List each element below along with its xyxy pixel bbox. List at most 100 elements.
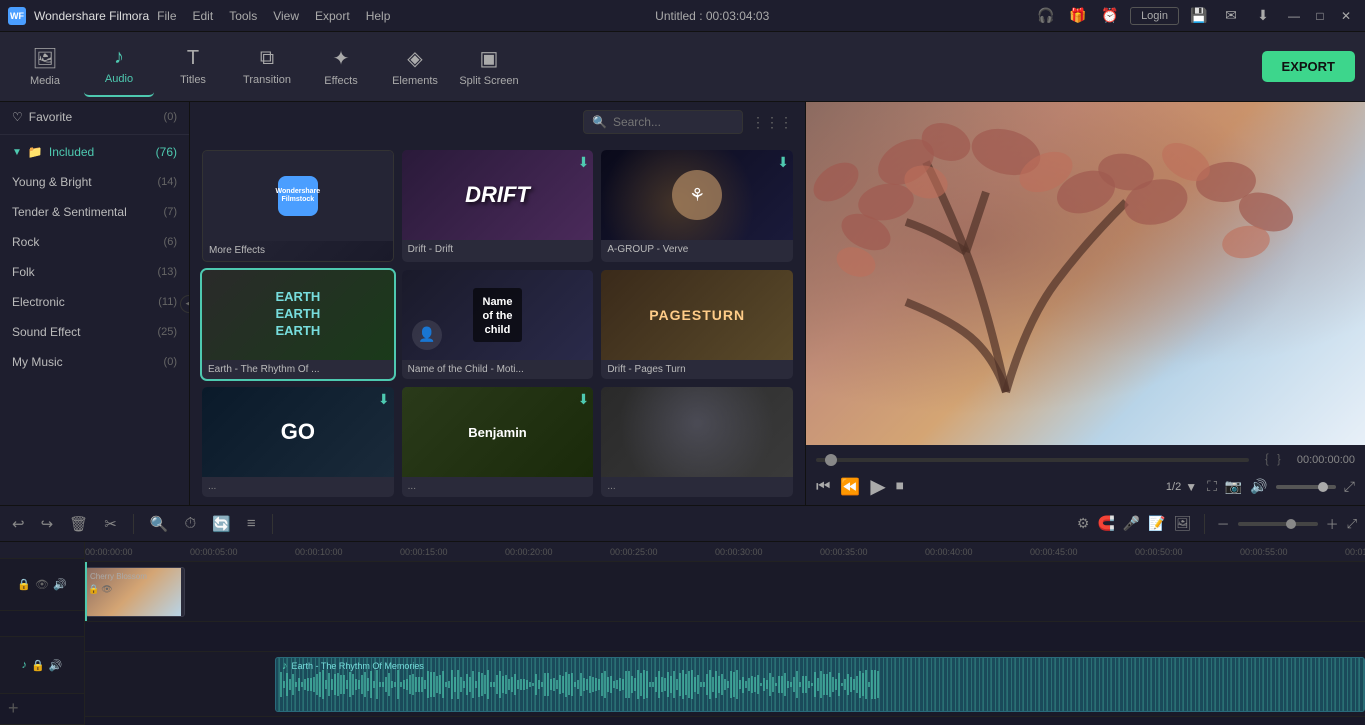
menu-help[interactable]: Help [366,9,391,23]
agroup-download-icon[interactable]: ⬇ [777,154,789,171]
step-back-button[interactable]: ⏮ [816,478,830,496]
minimize-button[interactable]: — [1283,5,1305,27]
cut-button[interactable]: ✂ [100,513,121,535]
audio-lock-icon[interactable]: 🔒 [31,659,45,672]
bracket-right-icon: ｝ [1277,451,1289,468]
track-labels: 🔒 👁 🔊 ♪ 🔒 🔊 + [0,542,85,725]
drift-card-title: Drift - Drift [402,240,594,259]
adjust-button[interactable]: ≡ [243,513,260,534]
sidebar-item-favorite[interactable]: ♡ Favorite (0) [0,102,189,132]
benjamin-download-icon[interactable]: ⬇ [578,391,590,408]
close-button[interactable]: ✕ [1335,5,1357,27]
pages-card-title: Drift - Pages Turn [601,360,793,379]
sidebar-item-sound-effect[interactable]: Sound Effect (25) [0,317,189,347]
media-card-pages-turn[interactable]: PAGESTURN Drift - Pages Turn [601,270,793,380]
sidebar-item-electronic[interactable]: Electronic (11) [0,287,189,317]
go-download-icon[interactable]: ⬇ [378,391,390,408]
headphones-icon[interactable]: 🎧 [1034,4,1058,28]
delete-button[interactable]: 🗑 [65,513,92,535]
media-card-drift[interactable]: DRIFT ⬇ Drift - Drift [402,150,594,262]
maximize-button[interactable]: □ [1309,5,1331,27]
page-dropdown-icon[interactable]: ▼ [1185,480,1197,494]
zoom-fit-button[interactable]: 🔍 [146,513,173,535]
young-bright-count: (14) [157,176,177,188]
sidebar-item-tender[interactable]: Tender & Sentimental (7) [0,197,189,227]
menu-export[interactable]: Export [315,9,350,23]
zoom-in-icon[interactable]: ＋ [1326,514,1339,533]
redo-button[interactable]: ↪ [37,513,58,535]
media-card-go[interactable]: GO ⬇ ... [202,387,394,497]
overlay-icon[interactable]: 🖼 [1174,515,1192,532]
preview-fullscreen-icon[interactable]: ⛶ [1207,478,1217,495]
drift-download-icon[interactable]: ⬇ [578,154,590,171]
sidebar-item-rock[interactable]: Rock (6) [0,227,189,257]
eye-icon[interactable]: 👁 [35,578,49,591]
maximize-timeline-icon[interactable]: ⤢ [1347,516,1357,532]
toolbar-transition-label: Transition [243,74,291,86]
mail-icon[interactable]: ✉ [1219,4,1243,28]
save-icon[interactable]: 💾 [1187,4,1211,28]
magnet-icon[interactable]: 🧲 [1097,515,1114,532]
volume-track-icon[interactable]: 🔊 [53,578,67,591]
undo-button[interactable]: ↩ [8,513,29,535]
grid-toggle-button[interactable]: ⋮⋮⋮ [751,114,793,131]
clock-icon[interactable]: ⏰ [1098,4,1122,28]
menu-tools[interactable]: Tools [229,9,257,23]
sidebar-item-young-bright[interactable]: Young & Bright (14) [0,167,189,197]
play-button[interactable]: ▶ [870,474,885,499]
download-icon[interactable]: ⬇ [1251,4,1275,28]
lock-icon[interactable]: 🔒 [17,578,31,591]
zoom-slider-thumb [1286,519,1296,529]
mic-icon[interactable]: 🎤 [1123,515,1140,532]
ruler-60: 00:01:00:00 [1345,547,1365,557]
preview-track[interactable] [816,458,1249,462]
add-track-button[interactable]: + [0,694,84,725]
freeze-button[interactable]: 🔄 [208,513,235,535]
prev-frame-button[interactable]: ⏪ [840,477,860,497]
toolbar-elements[interactable]: ◈ Elements [380,37,450,97]
search-input[interactable] [613,115,733,129]
zoom-out-icon[interactable]: － [1217,514,1230,533]
login-button[interactable]: Login [1130,7,1179,25]
video-track-row: Cherry Blossom 🔒 👁 [85,562,1365,622]
search-box: 🔍 [583,110,743,134]
preview-snapshot-icon[interactable]: 📷 [1225,478,1242,495]
elements-icon: ◈ [407,46,422,71]
sidebar-item-folk[interactable]: Folk (13) [0,257,189,287]
stop-button[interactable]: ⏹ [896,478,904,496]
volume-slider[interactable] [1276,485,1336,489]
preview-volume-icon[interactable]: 🔊 [1250,478,1267,495]
audio-volume-icon[interactable]: 🔊 [49,659,63,672]
media-card-wondershare[interactable]: WondershareFilmstock More Effects [202,150,394,262]
audio-clip[interactable]: ♪ Earth - The Rhythm Of Memories // Gene… [275,657,1365,712]
media-card-last[interactable]: ... [601,387,793,497]
toolbar-effects[interactable]: ✦ Effects [306,37,376,97]
sidebar-item-my-music[interactable]: My Music (0) [0,347,189,377]
media-card-earth[interactable]: EARTHEARTHEARTH Earth - The Rhythm Of ..… [202,270,394,380]
media-card-name-of-child[interactable]: Nameof thechild 👤 Name of the Child - Mo… [402,270,594,380]
go-text: GO [281,419,315,445]
toolbar-media[interactable]: 🖼 Media [10,37,80,97]
gift-icon[interactable]: 🎁 [1066,4,1090,28]
toolbar-audio[interactable]: ♪ Audio [84,37,154,97]
media-grid: WondershareFilmstock More Effects DRIFT … [190,142,805,505]
preview-thumb[interactable] [825,454,837,466]
toolbar-titles[interactable]: T Titles [158,37,228,97]
toolbar-transition[interactable]: ⧉ Transition [232,37,302,97]
toolbar-split-screen[interactable]: ▣ Split Screen [454,37,524,97]
electronic-label: Electronic [12,295,65,309]
media-card-agroup[interactable]: ⚘ ⬇ A-GROUP - Verve [601,150,793,262]
sidebar-item-included[interactable]: ▼ 📁 Included (76) [0,137,189,167]
menu-view[interactable]: View [273,9,299,23]
media-card-benjamin[interactable]: Benjamin ⬇ ... [402,387,594,497]
export-button[interactable]: EXPORT [1262,51,1355,82]
timeline-ruler: 00:00:00:00 00:00:05:00 00:00:10:00 00:0… [85,542,1365,562]
subtitle-icon[interactable]: 📝 [1148,515,1165,532]
preview-expand-icon[interactable]: ⤢ [1344,478,1355,495]
speed-button[interactable]: ⏱ [180,513,200,534]
menu-file[interactable]: File [157,9,176,23]
menu-edit[interactable]: Edit [193,9,214,23]
zoom-slider[interactable] [1238,522,1318,526]
video-clip[interactable]: Cherry Blossom 🔒 👁 [85,567,185,617]
settings-icon[interactable]: ⚙ [1077,515,1090,532]
